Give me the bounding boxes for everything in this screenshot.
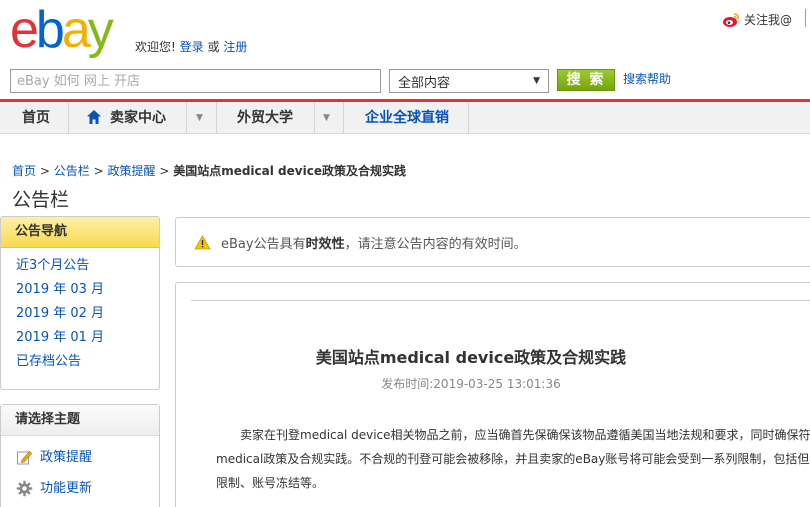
edit-icon (17, 450, 33, 465)
topic-item-label: 政策提醒 (40, 450, 93, 465)
article-line: 限制、账号冻结等。 (216, 476, 325, 490)
logo-letter-b: b (35, 1, 65, 59)
nav-item-seller-center[interactable]: 卖家中心 (110, 102, 166, 134)
seller-center-dropdown-icon[interactable]: ▼ (196, 113, 203, 123)
category-selected-value: 全部内容 (398, 75, 451, 91)
breadcrumb-current: 美国站点medical device政策及合规实践 (173, 164, 406, 178)
nav-item-trade-university[interactable]: 外贸大学 (237, 102, 293, 134)
bulletin-nav-item[interactable]: 2019 年 03 月 (16, 278, 159, 302)
bulletin-nav-item[interactable]: 近3个月公告 (16, 254, 159, 278)
breadcrumb-home[interactable]: 首页 (12, 164, 36, 178)
follow-text: 关注我@ (744, 13, 793, 27)
nav-divider (468, 102, 469, 134)
category-select[interactable]: 全部内容 ▼ (389, 69, 549, 93)
register-link[interactable]: 注册 (223, 40, 247, 54)
bulletin-nav-item[interactable]: 2019 年 02 月 (16, 302, 159, 326)
page-title: 公告栏 (12, 189, 70, 211)
search-input[interactable] (10, 69, 381, 93)
bulletin-nav-title: 公告导航 (1, 217, 159, 248)
follow-weibo[interactable]: 关注我@ (722, 11, 792, 28)
nav-divider (216, 102, 217, 134)
topic-box-title: 请选择主题 (1, 405, 159, 436)
breadcrumb: 首页 > 公告栏 > 政策提醒 > 美国站点medical device政策及合… (12, 162, 406, 179)
breadcrumb-bulletin[interactable]: 公告栏 (54, 164, 90, 178)
chevron-down-icon: ▼ (533, 76, 540, 86)
nav-divider (343, 102, 344, 134)
nav-divider (186, 102, 187, 134)
article-body: 卖家在刊登medical device相关物品之前，应当确首先保确保该物品遵循美… (216, 423, 810, 495)
ebay-logo[interactable]: ebay (10, 1, 114, 59)
welcome-text: 欢迎您! (135, 40, 176, 54)
validity-notice: eBay公告具有 时效性 ，请注意公告内容的有效时间。 (175, 217, 810, 267)
notice-suffix: ，请注意公告内容的有效时间。 (344, 236, 527, 252)
welcome-bar: 欢迎您! 登录 或 注册 (135, 38, 247, 55)
logo-letter-e: e (10, 1, 39, 59)
gear-icon (16, 480, 33, 497)
notice-prefix: eBay公告具有 (221, 236, 306, 252)
or-text: 或 (207, 40, 220, 54)
header-divider (805, 9, 806, 27)
warning-icon (194, 234, 211, 249)
bulletin-nav-item[interactable]: 2019 年 01 月 (16, 326, 159, 350)
article-title: 美国站点medical device政策及合规实践 (315, 348, 627, 367)
weibo-icon (723, 12, 739, 27)
nav-divider (314, 102, 315, 134)
search-button[interactable]: 搜 索 (557, 69, 615, 91)
article-line: medical政策及合规实践。不合规的刊登可能会被移除，并且卖家的eBay账号将… (216, 452, 810, 466)
article-date: 发布时间:2019-03-25 13:01:36 (381, 377, 561, 391)
topic-item-policy[interactable]: 政策提醒 (16, 442, 159, 473)
login-link[interactable]: 登录 (180, 40, 204, 54)
article-line: 卖家在刊登medical device相关物品之前，应当确首先保确保该物品遵循美… (240, 428, 810, 442)
nav-divider (68, 102, 69, 134)
notice-bold: 时效性 (305, 236, 345, 252)
logo-letter-y: y (87, 1, 114, 59)
breadcrumb-separator: > (159, 164, 170, 178)
topic-item-label: 功能更新 (40, 481, 93, 496)
nav-item-enterprise-direct[interactable]: 企业全球直销 (365, 102, 449, 134)
breadcrumb-policy[interactable]: 政策提醒 (107, 164, 155, 178)
topic-item-feature-update[interactable]: 功能更新 (16, 473, 159, 504)
topic-box: 请选择主题 政策提醒 功能更新 (0, 404, 160, 507)
bulletin-nav-item[interactable]: 已存档公告 (16, 350, 159, 374)
bulletin-nav-box: 公告导航 近3个月公告 2019 年 03 月 2019 年 02 月 2019… (0, 216, 160, 390)
logo-letter-a: a (61, 1, 91, 59)
search-help-link[interactable]: 搜索帮助 (623, 70, 671, 87)
breadcrumb-separator: > (39, 164, 50, 178)
home-icon (87, 110, 101, 124)
nav-item-home[interactable]: 首页 (22, 102, 50, 134)
article-divider (191, 300, 810, 301)
breadcrumb-separator: > (93, 164, 104, 178)
article-panel: 美国站点medical device政策及合规实践 发布时间:2019-03-2… (175, 282, 810, 507)
trade-university-dropdown-icon[interactable]: ▼ (323, 113, 330, 123)
main-nav: 首页 卖家中心 ▼ 外贸大学 ▼ 企业全球直销 (0, 102, 810, 134)
